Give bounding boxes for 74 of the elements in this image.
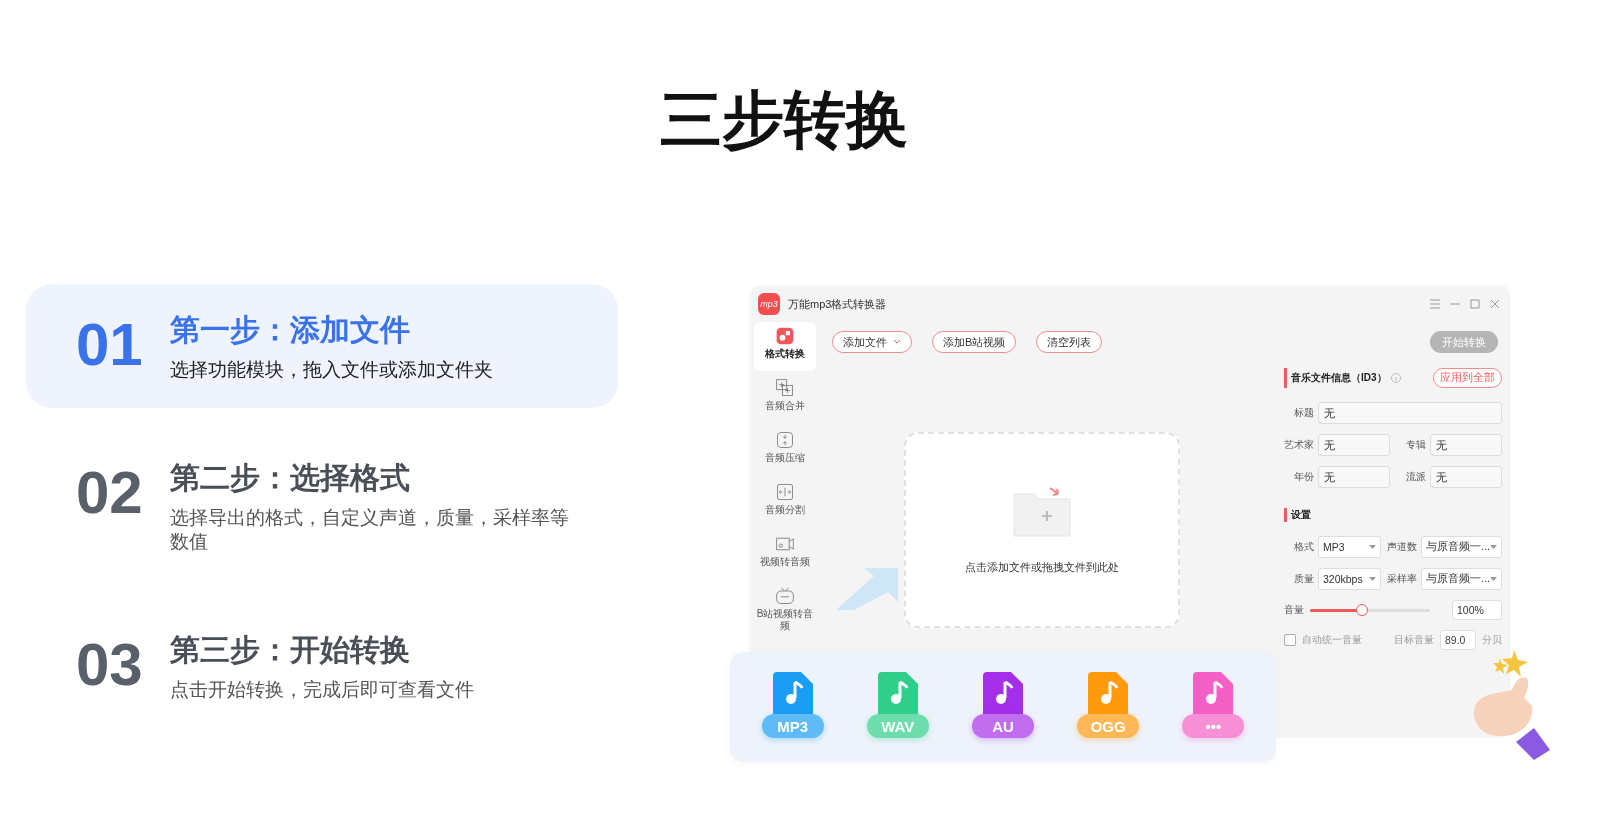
format-label: MP3 — [761, 714, 824, 738]
format-label: OGG — [1077, 714, 1140, 738]
maximize-icon[interactable] — [1470, 299, 1480, 309]
input-field[interactable]: 无 — [1430, 434, 1502, 456]
dropdown[interactable]: 与原音频一... — [1421, 568, 1502, 590]
step-title: 第二步：选择格式 — [170, 460, 411, 496]
sidebar-item[interactable]: 视频转音频 — [754, 530, 816, 579]
field-label: 质量 — [1293, 572, 1314, 586]
split-icon — [775, 482, 795, 502]
sidebar-label: 视频转音频 — [760, 556, 810, 568]
sidebar-item[interactable]: 格式转换 — [754, 322, 816, 371]
toolbar-button[interactable]: 添加文件 — [832, 331, 912, 353]
sidebar-label: 音频分割 — [765, 504, 805, 516]
step-description: 点击开始转换，完成后即可查看文件 — [170, 678, 475, 702]
dropdown[interactable]: 与原音频一... — [1421, 536, 1502, 558]
drop-hint: 点击添加文件或拖拽文件到此处 — [965, 559, 1119, 575]
input-field[interactable]: 无 — [1318, 434, 1390, 456]
field-label: 格式 — [1293, 540, 1314, 554]
step-number: 01 — [76, 310, 144, 380]
field-label: 声道数 — [1387, 540, 1418, 554]
caret-icon — [1490, 545, 1497, 549]
toolbar-button[interactable]: 添加B站视频 — [932, 331, 1017, 353]
unit-label: 分贝 — [1482, 633, 1502, 647]
field-label: 艺术家 — [1284, 438, 1314, 452]
tv-icon — [775, 586, 795, 606]
step-description: 选择功能模块，拖入文件或添加文件夹 — [170, 358, 494, 382]
step-title: 第一步：添加文件 — [170, 312, 411, 348]
field-label: 采样率 — [1387, 572, 1418, 586]
drop-zone[interactable]: 点击添加文件或拖拽文件到此处 — [904, 432, 1180, 628]
caret-icon — [1369, 545, 1377, 549]
target-volume-input[interactable]: 89.0 — [1440, 630, 1476, 650]
field-label: 目标音量 — [1394, 633, 1434, 647]
format-label: AU — [971, 714, 1034, 738]
field-label: 专辑 — [1405, 438, 1426, 452]
field-label: 标题 — [1293, 406, 1314, 420]
input-field[interactable]: 无 — [1318, 402, 1502, 424]
caret-icon — [1369, 577, 1377, 581]
volume-input[interactable]: 100% — [1452, 600, 1502, 620]
field-label: 流派 — [1405, 470, 1426, 484]
checkbox[interactable] — [1284, 634, 1296, 646]
caret-icon — [1490, 577, 1497, 581]
dropdown[interactable]: MP3 — [1318, 536, 1382, 558]
close-icon[interactable] — [1490, 299, 1500, 309]
field-label: 音量 — [1284, 603, 1304, 617]
input-field[interactable]: 无 — [1318, 466, 1390, 488]
step-number: 02 — [76, 458, 144, 528]
sidebar-label: 音频压缩 — [765, 452, 805, 464]
compress-icon — [775, 430, 795, 450]
menu-icon[interactable] — [1430, 299, 1440, 309]
sidebar-item[interactable]: 音频压缩 — [754, 426, 816, 475]
sidebar-item[interactable]: 音频分割 — [754, 478, 816, 527]
page-title: 三步转换 — [659, 84, 909, 154]
sidebar-label: 格式转换 — [765, 348, 805, 360]
step-number: 03 — [76, 630, 144, 700]
convert-icon — [775, 326, 795, 346]
sidebar-label: 音频合并 — [765, 400, 805, 412]
section-heading: 音乐文件信息（ID3） — [1291, 371, 1387, 385]
info-icon — [1390, 373, 1401, 383]
app-logo: mp3 — [758, 293, 780, 315]
step-description: 选择导出的格式，自定义声道，质量，采样率等数值 — [170, 506, 570, 554]
dropdown[interactable]: 320kbps — [1318, 568, 1382, 590]
sidebar-item[interactable]: B站视频转音频 — [754, 582, 816, 636]
sidebar-label: B站视频转音频 — [756, 608, 814, 632]
format-label: WAV — [866, 714, 929, 738]
folder-add-icon — [1012, 485, 1072, 538]
window-title: 万能mp3格式转换器 — [788, 296, 888, 312]
input-field[interactable]: 无 — [1430, 466, 1502, 488]
toolbar-button[interactable]: 清空列表 — [1036, 331, 1103, 353]
format-label: ••• — [1182, 714, 1245, 738]
sidebar-item[interactable]: 音频合并 — [754, 374, 816, 423]
field-label: 年份 — [1293, 470, 1314, 484]
merge-icon — [775, 378, 795, 398]
section-heading: 设置 — [1291, 508, 1311, 522]
step-title: 第三步：开始转换 — [170, 632, 411, 668]
